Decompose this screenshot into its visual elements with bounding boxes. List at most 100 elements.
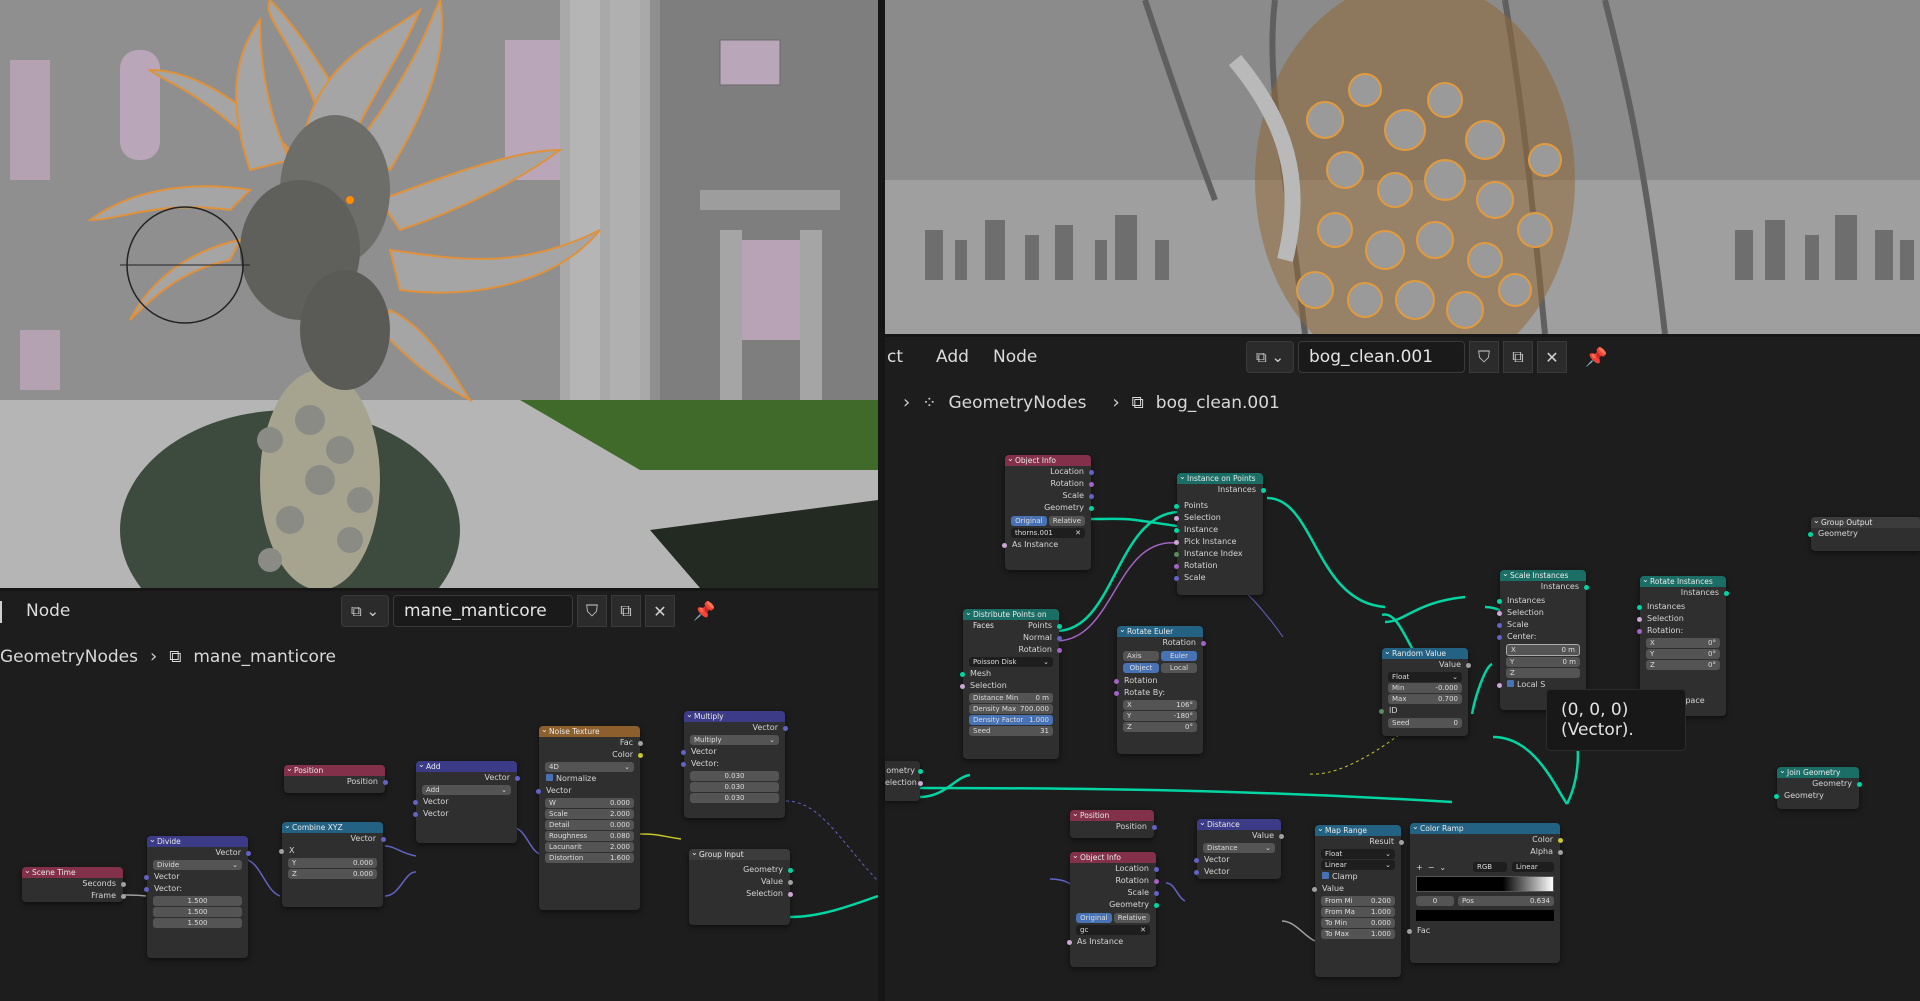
- field-x[interactable]: X 0 m: [1506, 644, 1580, 656]
- field-seed[interactable]: Seed 31: [969, 726, 1053, 736]
- node-object-info[interactable]: Object Info Location Rotation Scale Geom…: [1002, 453, 1094, 570]
- field-density-max[interactable]: Density Max 700.000: [969, 704, 1053, 714]
- socket-dot[interactable]: [1154, 866, 1159, 872]
- field-scale[interactable]: Scale 2.000: [545, 809, 634, 819]
- field-x[interactable]: X 0°: [1646, 638, 1720, 648]
- mode-dropdown[interactable]: Distance ⌄: [1203, 843, 1275, 853]
- normalize-checkbox-row[interactable]: Normalize: [539, 773, 640, 785]
- socket-dot[interactable]: [681, 749, 686, 755]
- object-space-button[interactable]: Object: [1123, 663, 1159, 673]
- value-z[interactable]: 0.030: [690, 793, 779, 803]
- socket-dot[interactable]: [1174, 539, 1179, 545]
- field-w[interactable]: W 0.000: [545, 798, 634, 808]
- socket-dot[interactable]: [1637, 616, 1642, 622]
- value-x[interactable]: 0.030: [690, 771, 779, 781]
- node-random-value[interactable]: Random Value Value Float ⌄ Min -0.000 Max 0…: [1379, 646, 1471, 736]
- socket-dot[interactable]: [1407, 928, 1412, 934]
- field-detail[interactable]: Detail 0.000: [545, 820, 634, 830]
- socket-dot[interactable]: [1114, 690, 1119, 696]
- node-divide[interactable]: Divide Vector Divide ⌄ Vector Vector: 1.5…: [144, 834, 251, 958]
- socket-dot[interactable]: [1089, 505, 1094, 511]
- socket-dot[interactable]: [1808, 531, 1813, 537]
- position-field[interactable]: Pos 0.634: [1458, 896, 1554, 906]
- field-x[interactable]: X 106°: [1123, 700, 1197, 710]
- socket-dot[interactable]: [279, 848, 284, 854]
- socket-dot[interactable]: [1194, 857, 1199, 863]
- socket-dot[interactable]: [1774, 793, 1779, 799]
- euler-button[interactable]: Euler: [1161, 651, 1197, 661]
- socket-dot[interactable]: [1174, 503, 1179, 509]
- chevron-down-icon[interactable]: ⌄: [1439, 863, 1446, 872]
- node-combine-xyz[interactable]: Combine XYZ Vector X Y 0.000 Z 0.000: [279, 820, 386, 907]
- socket-dot[interactable]: [1152, 824, 1157, 830]
- socket-dot[interactable]: [1154, 902, 1159, 908]
- socket-dot[interactable]: [1584, 584, 1589, 590]
- socket-dot[interactable]: [1057, 647, 1062, 653]
- field-density-factor[interactable]: Density Factor 1.000: [969, 715, 1053, 725]
- socket-dot[interactable]: [1057, 635, 1062, 641]
- socket-dot[interactable]: [1174, 563, 1179, 569]
- value-x[interactable]: 1.500: [153, 896, 242, 906]
- field-max[interactable]: Max 0.700: [1388, 694, 1462, 704]
- socket-dot[interactable]: [1279, 833, 1284, 839]
- socket-dot[interactable]: [638, 752, 643, 758]
- socket-dot[interactable]: [383, 779, 388, 785]
- socket-dot[interactable]: [1637, 604, 1642, 610]
- field-to-max[interactable]: To Max 1.000: [1321, 929, 1395, 939]
- close-icon[interactable]: ✕: [1075, 528, 1081, 538]
- socket-dot[interactable]: [1857, 781, 1862, 787]
- node-rotate-euler[interactable]: Rotate Euler Rotation Axis An... Euler O…: [1114, 624, 1206, 754]
- relative-button[interactable]: Relative: [1048, 516, 1085, 526]
- checkbox-checked-icon[interactable]: [546, 774, 553, 781]
- as-instance-row[interactable]: As Instance: [1002, 539, 1091, 551]
- value-z[interactable]: 1.500: [153, 918, 242, 928]
- field-seed[interactable]: Seed 0: [1388, 718, 1462, 728]
- right-3d-viewport[interactable]: [885, 0, 1920, 334]
- as-instance-row[interactable]: As Instance: [1067, 936, 1156, 948]
- node-distance[interactable]: Distance Value Distance ⌄ Vector Vector: [1194, 817, 1284, 879]
- socket-dot[interactable]: [1002, 542, 1007, 548]
- relative-button[interactable]: Relative: [1113, 913, 1150, 923]
- field-z[interactable]: Z 0°: [1646, 660, 1720, 670]
- socket-dot[interactable]: [1497, 682, 1502, 688]
- node-instance-on-points[interactable]: Instance on Points Instances Points Sele…: [1174, 471, 1266, 595]
- socket-dot[interactable]: [1174, 515, 1179, 521]
- node-group-output[interactable]: Group Output Geometry: [1808, 515, 1920, 551]
- socket-dot[interactable]: [1558, 837, 1563, 843]
- close-icon[interactable]: ✕: [1140, 925, 1146, 935]
- field-y[interactable]: Y -180°: [1123, 711, 1197, 721]
- field-distance-min[interactable]: Distance Min 0 m: [969, 693, 1053, 703]
- socket-dot[interactable]: [918, 780, 923, 786]
- socket-dot[interactable]: [1201, 640, 1206, 646]
- socket-dot[interactable]: [1466, 662, 1471, 668]
- field-y[interactable]: Y 0 m: [1506, 657, 1580, 667]
- socket-dot[interactable]: [1497, 610, 1502, 616]
- original-button[interactable]: Original: [1076, 913, 1112, 923]
- original-button[interactable]: Original: [1011, 516, 1047, 526]
- plus-icon[interactable]: +: [1416, 863, 1423, 872]
- socket-dot[interactable]: [515, 775, 520, 781]
- stop-color-swatch[interactable]: [1416, 910, 1554, 921]
- socket-dot[interactable]: [788, 867, 793, 873]
- object-field[interactable]: gc ✕: [1076, 925, 1150, 935]
- minus-icon[interactable]: −: [1428, 863, 1435, 872]
- socket-dot[interactable]: [381, 836, 386, 842]
- node-map-range[interactable]: Map Range Result Float ⌄ Linear ⌄ Clamp Va…: [1312, 823, 1404, 977]
- socket-dot[interactable]: [788, 891, 793, 897]
- stop-index-field[interactable]: 0: [1416, 896, 1454, 906]
- dimension-dropdown[interactable]: 4D ⌄: [545, 762, 634, 772]
- type-dropdown[interactable]: Float ⌄: [1321, 849, 1395, 859]
- field-to-min[interactable]: To Min 0.000: [1321, 918, 1395, 928]
- node-position[interactable]: Position Position: [1070, 808, 1157, 838]
- interpolation-dropdown[interactable]: Linear: [1512, 862, 1554, 872]
- socket-dot[interactable]: [1114, 678, 1119, 684]
- socket-dot[interactable]: [1089, 493, 1094, 499]
- socket-dot[interactable]: [121, 893, 126, 899]
- socket-dot[interactable]: [536, 788, 541, 794]
- mode-dropdown[interactable]: Add ⌄: [422, 785, 511, 795]
- socket-dot[interactable]: [1312, 886, 1317, 892]
- interpolation-dropdown[interactable]: Linear ⌄: [1321, 860, 1395, 870]
- socket-dot[interactable]: [1379, 708, 1384, 714]
- socket-dot[interactable]: [1497, 598, 1502, 604]
- left-node-editor[interactable]: Node ⧉ ⌄ mane_manticore ⛉ ⧉ ✕ 📌 Geometry…: [0, 591, 878, 1001]
